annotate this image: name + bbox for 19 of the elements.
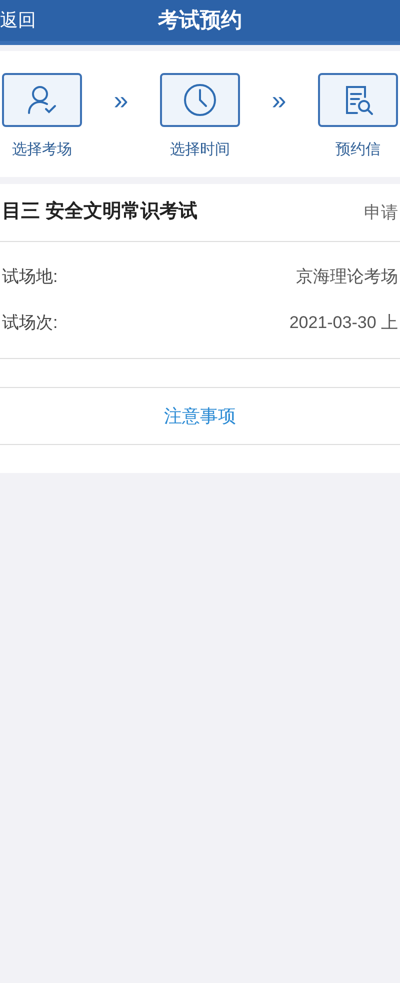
notice-link[interactable]: 注意事项 [164,402,236,430]
clock-icon [182,82,218,118]
step-label: 选择考场 [12,140,72,160]
double-chevron-icon: » [114,81,128,120]
exam-title: 目三 安全文明常识考试 [2,200,198,224]
field-value: 京海理论考场 [296,266,398,288]
step-button[interactable] [318,73,398,127]
field-label: 试场次: [2,312,58,334]
field-label: 试场地: [2,266,58,288]
field-value: 2021-03-30 上 [289,312,398,334]
back-link[interactable]: 返回 [0,7,36,34]
step-label: 选择时间 [170,140,230,160]
step-label: 预约信 [336,140,380,160]
step-button[interactable] [160,73,240,127]
step-button[interactable] [2,73,82,127]
user-check-icon [25,83,59,117]
double-chevron-icon: » [272,81,286,120]
page-title: 考试预约 [158,8,242,34]
status-text: 申请 [364,202,399,224]
